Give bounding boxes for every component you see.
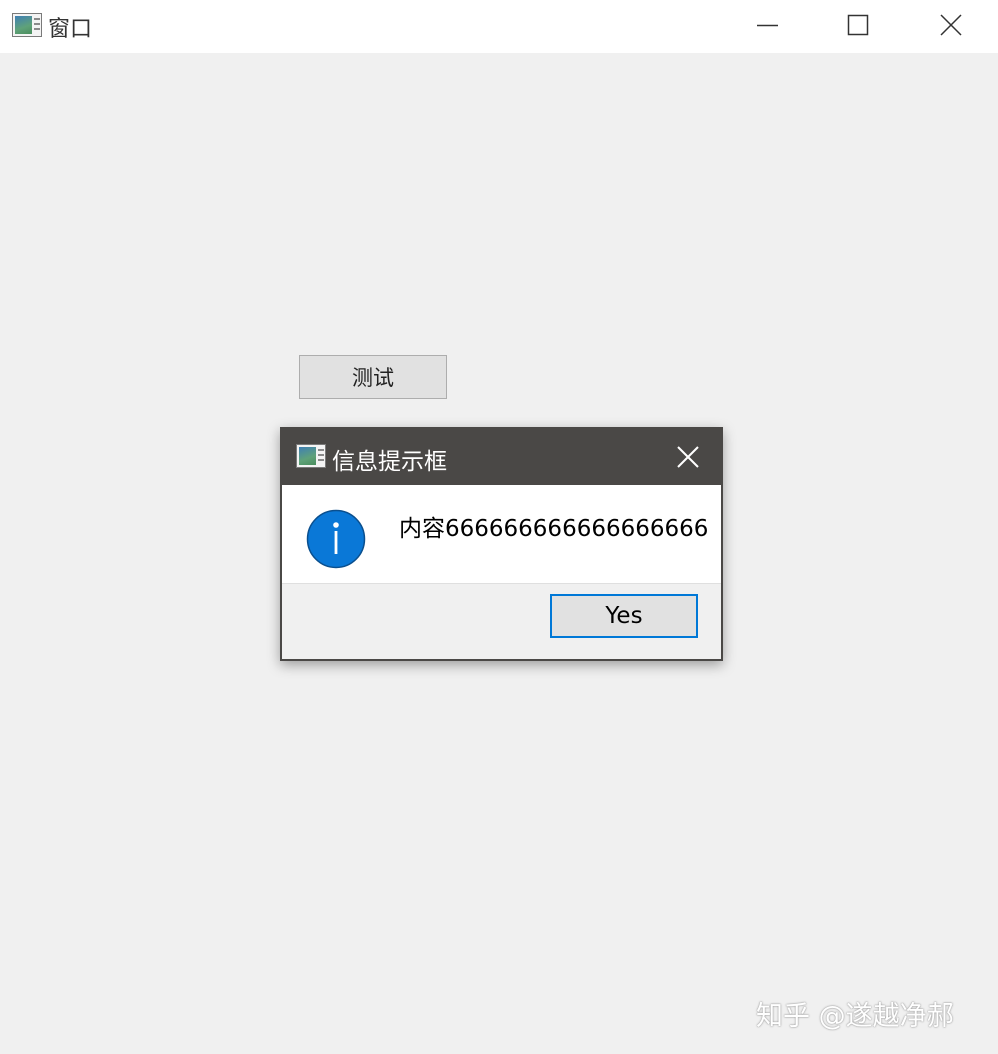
test-button[interactable]: 测试 (299, 355, 447, 399)
window-close-button[interactable] (905, 0, 995, 53)
close-icon (677, 446, 699, 468)
dialog-body: 内容666666666666666666 (282, 485, 721, 584)
close-icon (940, 14, 962, 36)
dialog-titlebar[interactable]: 信息提示框 (282, 429, 721, 485)
watermark-text: 知乎 @遂越净郝 (756, 1001, 954, 1032)
info-icon (306, 509, 366, 569)
app-window-icon (296, 444, 326, 468)
dialog-title: 信息提示框 (332, 449, 447, 475)
dialog-message: 内容666666666666666666 (399, 516, 709, 542)
maximize-icon (847, 14, 869, 36)
info-dialog: 信息提示框 内容666666666666666666 Yes (280, 427, 723, 661)
minimize-button[interactable] (722, 0, 812, 53)
yes-button[interactable]: Yes (550, 594, 698, 638)
window-title: 窗口 (48, 17, 93, 42)
window-titlebar[interactable]: 窗口 (0, 0, 998, 53)
app-window-icon (12, 13, 42, 37)
maximize-button[interactable] (812, 0, 902, 53)
minimize-icon (757, 24, 778, 27)
dialog-close-button[interactable] (670, 439, 706, 475)
